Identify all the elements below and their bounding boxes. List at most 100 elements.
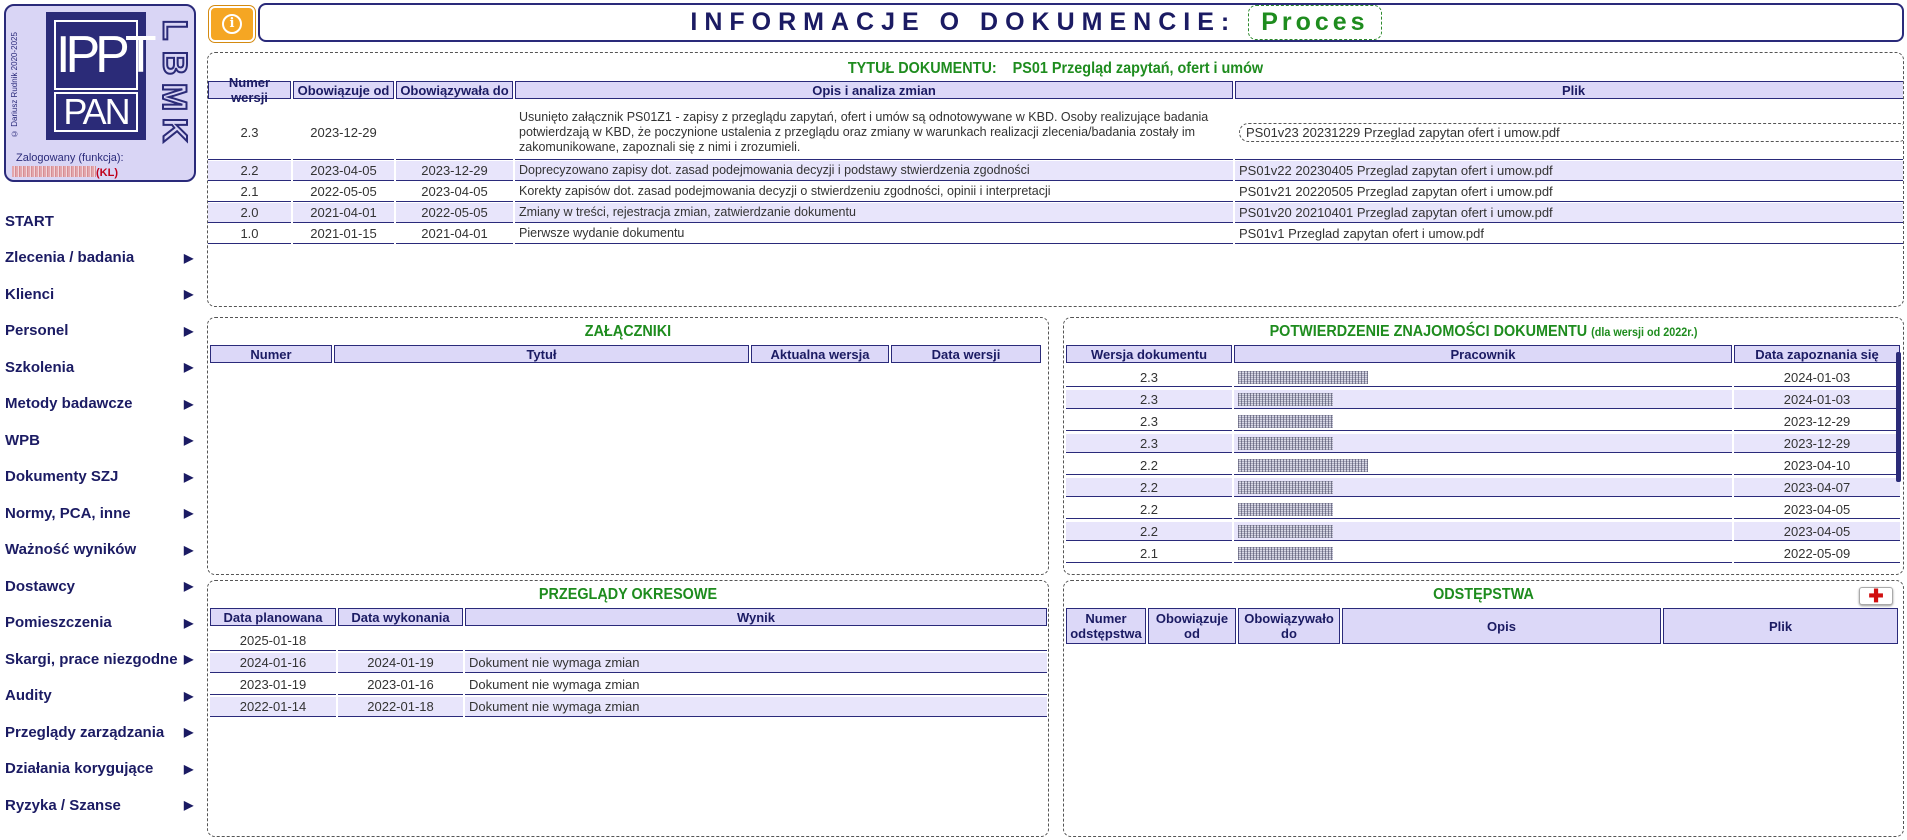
file-link[interactable]: PS01v22 20230405 Przeglad zapytan ofert … xyxy=(1239,163,1553,178)
column-header[interactable]: Pracownik xyxy=(1234,345,1732,363)
ack-date-cell: 2023-12-29 xyxy=(1734,434,1900,453)
redacted-employee-name xyxy=(1238,458,1368,472)
logged-user-role: (KL) xyxy=(96,167,118,179)
logo-panel: © Dariusz Rudnik 2020-2025 IPPT PAN L B … xyxy=(4,4,196,182)
version-desc-cell: Korekty zapisów dot. zasad podejmowania … xyxy=(515,182,1233,202)
redacted-employee-name xyxy=(1238,502,1333,516)
version-row: 2.0 2021-04-01 2022-05-05 Zmiany w treści, … xyxy=(208,203,1903,223)
ack-version-cell: 2.3 xyxy=(1066,390,1232,409)
version-row: 2.1 2022-05-05 2023-04-05 Korekty zapisów d… xyxy=(208,182,1903,202)
column-header[interactable]: Wynik xyxy=(465,608,1047,626)
cell-text: 2021-04-01 xyxy=(421,226,488,241)
plus-icon: ✚ xyxy=(1868,586,1884,606)
ippt-pan-logo: IPPT PAN xyxy=(46,12,157,140)
column-header[interactable]: Tytuł xyxy=(334,345,749,363)
nav-item-label: Zlecenia / badania xyxy=(5,249,135,267)
submenu-arrow-icon: ▶ xyxy=(184,798,194,813)
file-link[interactable]: PS01v21 20220505 Przeglad zapytan ofert … xyxy=(1239,184,1553,199)
column-header[interactable]: Wersja dokumentu xyxy=(1066,345,1232,363)
nav-item-przeglądy-zarządzania[interactable]: Przeglądy zarządzania ▶ xyxy=(0,714,200,751)
column-header[interactable]: Obowiązywało do xyxy=(1238,608,1340,644)
review-result-cell xyxy=(465,631,1047,651)
versions-table-header: Numer wersji Obowiązuje od Obowiązywała do… xyxy=(208,75,1903,105)
nav-item-wpb[interactable]: WPB ▶ xyxy=(0,422,200,459)
nav-item-pomieszczenia[interactable]: Pomieszczenia ▶ xyxy=(0,605,200,642)
attachments-title: ZAŁĄCZNIKI xyxy=(584,323,672,340)
column-header[interactable]: Data planowana xyxy=(210,608,336,626)
nav-item-label: Ryzyka / Szanse xyxy=(5,796,121,814)
file-link[interactable]: PS01v20 20210401 Przeglad zapytan ofert … xyxy=(1239,205,1553,220)
deviations-table-header: Numer odstępstwa Obowiązuje od Obowiązywał… xyxy=(1066,608,1900,644)
nav-item-label: Szkolenia xyxy=(5,358,75,376)
cell-text: 2023-12-29 xyxy=(421,163,488,178)
column-header[interactable]: Obowiązuje od xyxy=(1148,608,1236,644)
nav-item-ryzyka-szanse[interactable]: Ryzyka / Szanse ▶ xyxy=(0,787,200,824)
version-row: 2.2 2023-04-05 2023-12-29 Doprecyzowano zap… xyxy=(208,161,1903,181)
reviews-table: 2025-01-18 2024-01-16 2024-01-19 Dokument n… xyxy=(210,631,1048,719)
version-num-cell: 2.3 xyxy=(208,105,291,160)
column-header[interactable]: Data zapoznania się xyxy=(1734,345,1900,363)
ack-version-cell: 2.2 xyxy=(1066,456,1232,475)
nav-item-szkolenia[interactable]: Szkolenia ▶ xyxy=(0,349,200,386)
column-header[interactable]: Plik xyxy=(1235,81,1903,99)
file-link[interactable]: PS01v1 Przeglad zapytan ofert i umow.pdf xyxy=(1239,226,1484,241)
review-planned-cell: 2022-01-14 xyxy=(210,697,336,717)
scrollbar-thumb[interactable] xyxy=(1896,352,1901,482)
column-header[interactable]: Data wersji xyxy=(891,345,1041,363)
nav-item-metody-badawcze[interactable]: Metody badawcze ▶ xyxy=(0,386,200,423)
version-to-cell: 2021-04-01 xyxy=(396,224,513,244)
column-header[interactable]: Obowiązuje od xyxy=(293,81,394,99)
column-header[interactable]: Aktualna wersja xyxy=(751,345,889,363)
acknowledgement-row: 2.2 2023-04-07 xyxy=(1066,478,1902,497)
ack-date-cell: 2024-01-03 xyxy=(1734,390,1900,409)
submenu-arrow-icon: ▶ xyxy=(184,725,194,740)
add-deviation-button[interactable]: ✚ xyxy=(1859,587,1893,605)
column-header[interactable]: Numer wersji xyxy=(208,75,291,105)
nav-item-klienci[interactable]: Klienci ▶ xyxy=(0,276,200,313)
column-header[interactable]: Opis xyxy=(1342,608,1661,644)
nav-item-dokumenty-szj[interactable]: Dokumenty SZJ ▶ xyxy=(0,459,200,496)
column-header[interactable]: Numer odstępstwa xyxy=(1066,608,1146,644)
nav-item-ważność-wyników[interactable]: Ważność wyników ▶ xyxy=(0,532,200,569)
nav-item-label: Skargi, prace niezgodne xyxy=(5,650,178,668)
ack-date-cell: 2023-04-05 xyxy=(1734,500,1900,519)
cell-text: 2022-05-05 xyxy=(310,184,377,199)
nav-item-audity[interactable]: Audity ▶ xyxy=(0,678,200,715)
logo-ippt-text: IPPT xyxy=(54,20,157,90)
version-num-cell: 1.0 xyxy=(208,224,291,244)
review-planned-cell: 2023-01-19 xyxy=(210,675,336,695)
logged-user: (KL) xyxy=(12,166,118,179)
review-row: 2022-01-14 2022-01-18 Dokument nie wymaga … xyxy=(210,697,1048,717)
redacted-employee-name xyxy=(1238,392,1333,406)
acknowledgement-table-header: Wersja dokumentu Pracownik Data zapoznania… xyxy=(1066,345,1902,363)
nav-item-start[interactable]: START xyxy=(0,203,200,240)
version-to-cell xyxy=(396,105,513,160)
file-link[interactable]: PS01v23 20231229 Przeglad zapytan ofert … xyxy=(1239,122,1903,142)
column-header[interactable]: Opis i analiza zmian xyxy=(515,81,1233,99)
column-header[interactable]: Data wykonania xyxy=(338,608,463,626)
submenu-arrow-icon: ▶ xyxy=(184,542,194,557)
version-from-cell: 2023-12-29 xyxy=(293,105,394,160)
cell-text: Pierwsze wydanie dokumentu xyxy=(519,226,685,240)
ack-version-cell: 2.2 xyxy=(1066,478,1232,497)
column-header[interactable]: Obowiązywała do xyxy=(396,81,513,99)
nav-item-personel[interactable]: Personel ▶ xyxy=(0,313,200,350)
info-button[interactable]: i xyxy=(209,6,255,42)
nav-item-skargi-prace-niezgodne[interactable]: Skargi, prace niezgodne ▶ xyxy=(0,641,200,678)
acknowledgement-row: 2.1 2022-05-09 xyxy=(1066,544,1902,563)
nav-item-zlecenia-badania[interactable]: Zlecenia / badania ▶ xyxy=(0,240,200,277)
reviews-title: PRZEGLĄDY OKRESOWE xyxy=(538,586,718,603)
cell-text: 2023-12-29 xyxy=(310,124,377,140)
column-header[interactable]: Plik xyxy=(1663,608,1898,644)
review-done-cell xyxy=(338,631,463,651)
cell-text: 2023-04-05 xyxy=(310,163,377,178)
nav-item-normy-pca-inne[interactable]: Normy, PCA, inne ▶ xyxy=(0,495,200,532)
version-from-cell: 2022-05-05 xyxy=(293,182,394,202)
column-header[interactable]: Numer xyxy=(210,345,332,363)
nav-item-działania-korygujące[interactable]: Działania korygujące ▶ xyxy=(0,751,200,788)
cell-text: 2022-05-05 xyxy=(421,205,488,220)
ack-date-cell: 2023-04-10 xyxy=(1734,456,1900,475)
document-versions-panel: TYTUŁ DOKUMENTU: PS01 Przegląd zapytań, … xyxy=(207,52,1904,307)
nav-item-dostawcy[interactable]: Dostawcy ▶ xyxy=(0,568,200,605)
acknowledgement-panel: POTWIERDZENIE ZNAJOMOŚCI DOKUMENTU (dla … xyxy=(1063,317,1904,575)
